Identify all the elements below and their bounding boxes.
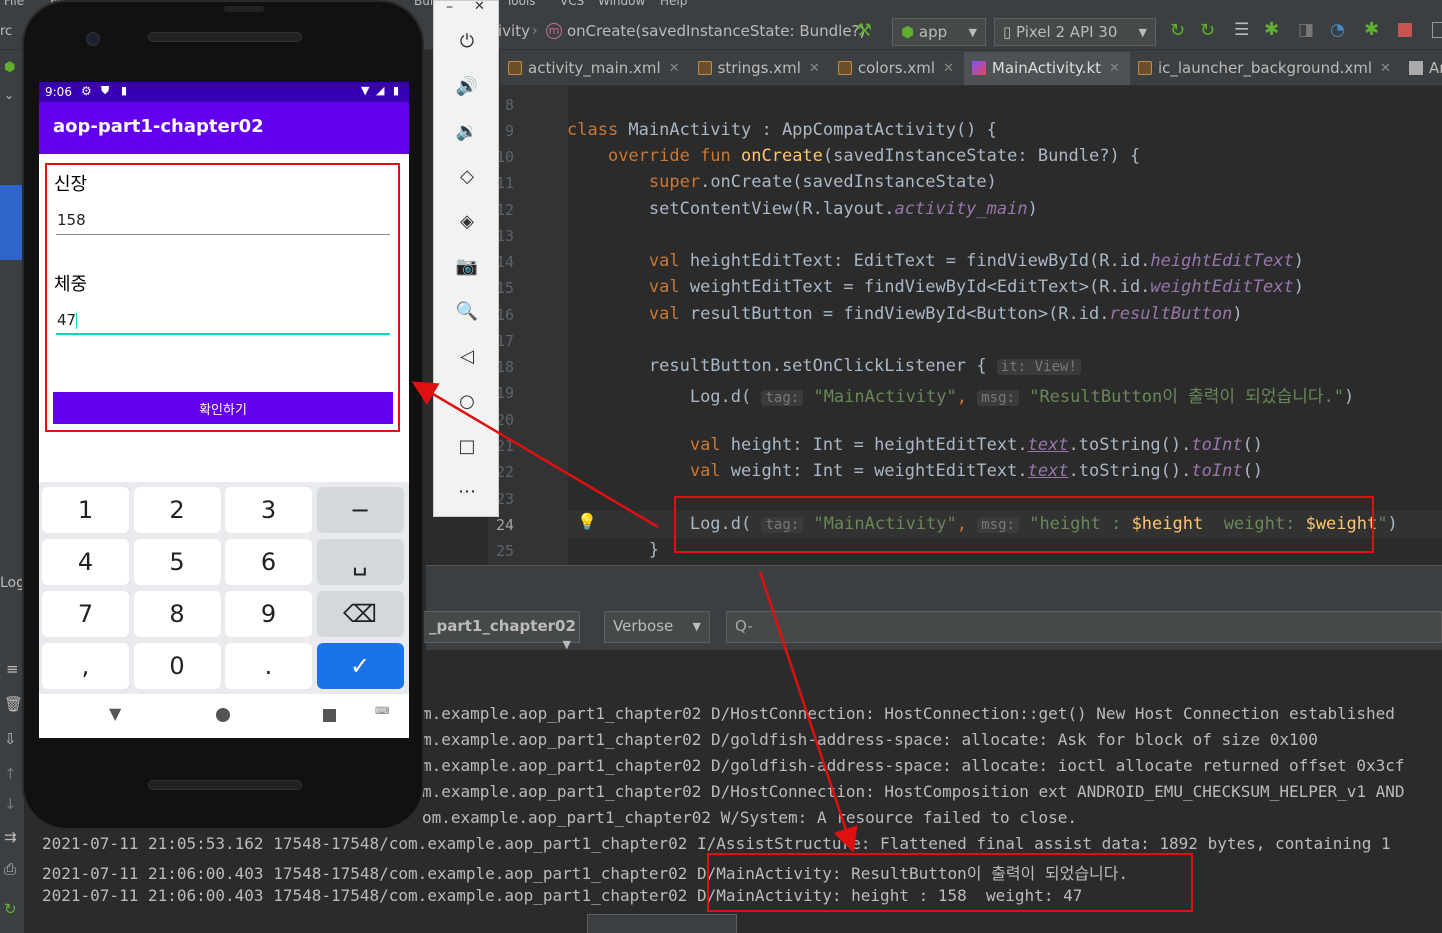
annotation-arrows [411, 381, 858, 853]
arrow-code-to-form [411, 381, 659, 529]
arrow-code-to-log [758, 571, 858, 853]
tooltip-tab [587, 914, 737, 933]
